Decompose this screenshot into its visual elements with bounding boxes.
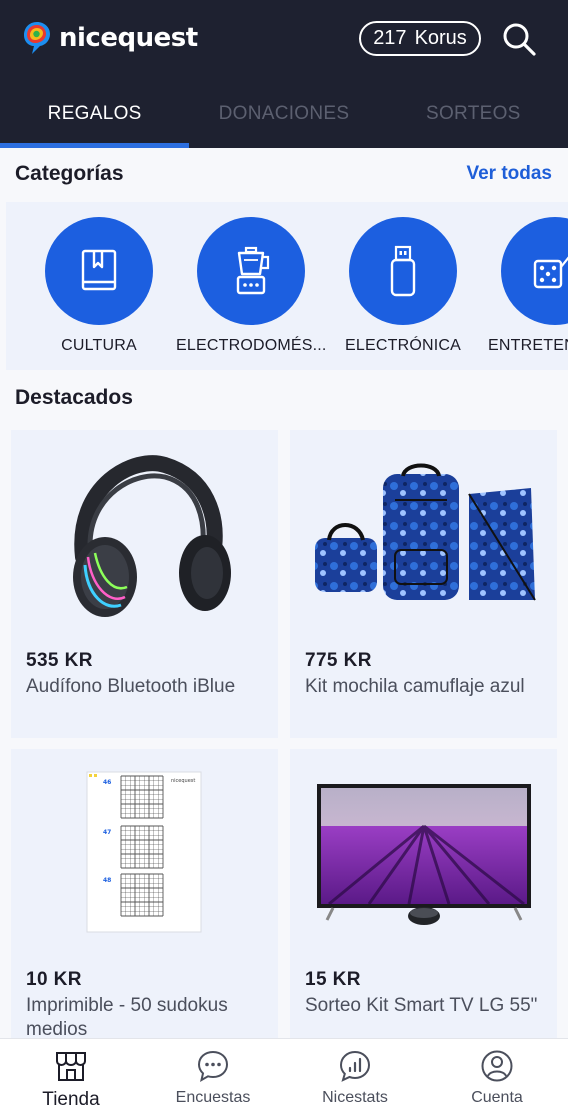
product-price: 15 KR: [305, 969, 361, 990]
product-price: 775 KR: [305, 650, 372, 671]
user-icon: [481, 1050, 513, 1082]
product-name: Sorteo Kit Smart TV LG 55": [305, 995, 538, 1016]
nav-label: Nicestats: [322, 1089, 388, 1106]
sheet-number: 46: [103, 779, 111, 786]
category-cultura[interactable]: CULTURA: [24, 217, 174, 355]
nav-label: Encuestas: [175, 1089, 251, 1106]
product-name: Audífono Bluetooth iBlue: [26, 676, 236, 697]
store-content[interactable]: Categorías Ver todas CULTURA ELECTRODOMÉ…: [0, 148, 568, 1038]
bottom-navigation: Tienda Encuestas Nicestats Cuenta: [0, 1038, 568, 1120]
category-electrodomesticos[interactable]: ELECTRODOMÉS...: [176, 217, 326, 355]
backpack-kit-image: [314, 463, 536, 601]
nav-nicestats[interactable]: Nicestats: [284, 1039, 426, 1120]
product-image: [290, 749, 557, 959]
categories-title: Categorías: [15, 162, 124, 185]
see-all-categories-link[interactable]: Ver todas: [466, 163, 552, 185]
category-label: ELECTRÓNICA: [345, 337, 461, 354]
product-image: nicequest 46 47 48: [11, 749, 278, 959]
korus-balance-badge[interactable]: 217 Korus: [359, 21, 481, 56]
dice-icon: [533, 256, 568, 289]
category-label: CULTURA: [61, 337, 137, 354]
chat-bubble-icon: [197, 1050, 229, 1082]
nicequest-logo[interactable]: nicequest: [22, 18, 198, 58]
product-image: [11, 430, 278, 640]
product-card-backpack-kit[interactable]: 775 KR Kit mochila camuflaje azul: [290, 430, 557, 738]
product-image: [290, 430, 557, 640]
smart-tv-image: [316, 784, 531, 925]
product-card-headphones[interactable]: 535 KR Audífono Bluetooth iBlue: [11, 430, 278, 738]
product-card-smart-tv[interactable]: 15 KR Sorteo Kit Smart TV LG 55": [290, 749, 557, 1038]
product-card-sudokus[interactable]: nicequest 46 47 48 10 KR Imprimible - 50…: [11, 749, 278, 1038]
top-tabs: REGALOS DONACIONES SORTEOS: [0, 95, 568, 148]
tab-donaciones[interactable]: DONACIONES: [189, 95, 378, 148]
nav-cuenta[interactable]: Cuenta: [426, 1039, 568, 1120]
category-entretenimiento[interactable]: ENTRETENIMIENTO: [480, 217, 568, 355]
blender-icon: [236, 246, 270, 295]
headphones-image: [72, 455, 231, 617]
usb-drive-icon: [390, 245, 416, 297]
stats-bubble-icon: [339, 1050, 371, 1082]
tab-sorteos[interactable]: SORTEOS: [379, 95, 568, 148]
book-icon: [81, 249, 117, 291]
product-price: 10 KR: [26, 969, 82, 990]
nav-encuestas[interactable]: Encuestas: [142, 1039, 284, 1120]
categories-carousel[interactable]: CULTURA ELECTRODOMÉS... ELECTRÓNICA ENTR…: [6, 202, 568, 370]
product-name: Kit mochila camuflaje azul: [305, 676, 525, 697]
nav-tienda[interactable]: Tienda: [0, 1039, 142, 1120]
nicequest-logo-icon: [24, 22, 50, 54]
app-header: nicequest 217 Korus REGALOS DONACIONES S…: [0, 0, 568, 148]
category-label: ENTRETENIMIENTO: [488, 337, 568, 354]
nav-label: Tienda: [42, 1089, 100, 1110]
tab-regalos[interactable]: REGALOS: [0, 95, 190, 148]
sheet-number: 48: [103, 877, 111, 884]
nav-label: Cuenta: [471, 1089, 523, 1106]
product-price: 535 KR: [26, 650, 93, 671]
sheet-brand: nicequest: [171, 778, 195, 784]
category-electronica[interactable]: ELECTRÓNICA: [328, 217, 478, 355]
category-label: ELECTRODOMÉS...: [176, 337, 327, 354]
korus-amount: 217: [373, 27, 407, 49]
featured-title: Destacados: [15, 386, 133, 409]
product-name: Imprimible - 50 sudokus medios: [26, 995, 228, 1038]
korus-unit: Korus: [414, 27, 467, 49]
brand-name: nicequest: [59, 23, 198, 53]
sudoku-sheet-image: nicequest 46 47 48: [86, 771, 201, 933]
store-icon: [56, 1052, 86, 1081]
search-icon[interactable]: [500, 20, 538, 58]
sheet-number: 47: [103, 829, 111, 836]
